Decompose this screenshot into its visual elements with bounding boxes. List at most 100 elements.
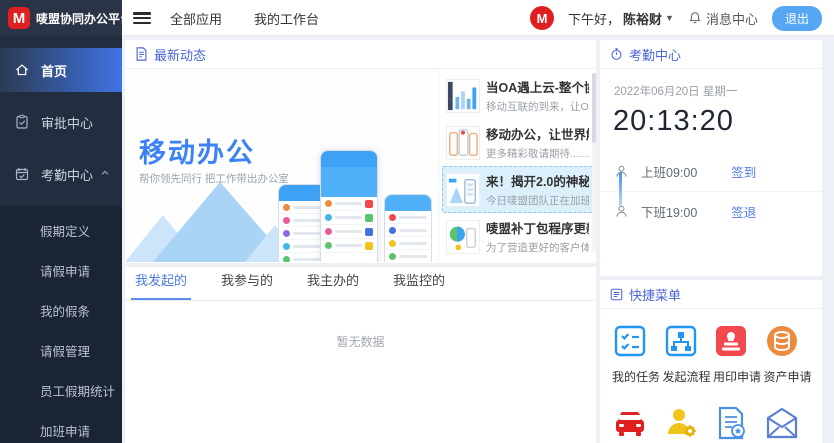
tab-initiated[interactable]: 我发起的 (131, 262, 191, 300)
sidebar-subitem-my-leave-notes[interactable]: 我的假条 (0, 292, 122, 332)
news-list-scrollbar[interactable] (592, 73, 596, 253)
attendance-calendar-icon (14, 166, 30, 182)
quick-item-car-request[interactable]: 用车申请 (612, 405, 663, 443)
news-subtitle: 移动互联的到来，让OA与云 (486, 99, 589, 114)
news-item-highlighted[interactable]: 来！揭开2.0的神秘面纱- 今日唛盟团队正在加班加点， (442, 166, 593, 213)
sidebar-subitem-leave-management[interactable]: 请假管理 (0, 332, 122, 372)
tab-monitored[interactable]: 我监控的 (389, 262, 449, 300)
check-in-row: 上班09:00 签到 (600, 152, 822, 191)
task-list-icon (612, 323, 648, 359)
tasks-tabs: 我发起的 我参与的 我主办的 我监控的 (125, 267, 596, 301)
nav-all-apps[interactable]: 全部应用 (170, 9, 222, 28)
news-title: 当OA遇上云-整个协同OA (486, 77, 589, 96)
latest-news-panel: 最新动态 移动办公 帮你领先同行 把工作带出办公室 (125, 40, 596, 263)
sidebar-subitem-leave-request[interactable]: 请假申请 (0, 252, 122, 292)
menu-grid-icon (610, 288, 623, 301)
user-name: 陈裕财 (623, 9, 662, 28)
news-thumbnail (446, 79, 480, 113)
attendance-clock: 20:13:20 (613, 105, 822, 138)
sidebar-item-home[interactable]: 首页 (0, 48, 122, 92)
mail-icon (764, 405, 800, 441)
app-title: 唛盟协同办公平台 (36, 10, 132, 27)
news-panel-header: 最新动态 (125, 40, 596, 69)
flow-chart-icon (663, 323, 699, 359)
attendance-submenu: 假期定义 请假申请 我的假条 请假管理 员工假期统计 加班申请 加班管理 (0, 206, 122, 443)
check-out-row: 下班19:00 签退 (600, 191, 822, 231)
sidebar-item-label: 审批中心 (41, 113, 93, 132)
phones-illustration (262, 112, 432, 262)
sidebar-subitem-holiday-definition[interactable]: 假期定义 (0, 212, 122, 252)
sidebar-subitem-overtime-request[interactable]: 加班申请 (0, 412, 122, 443)
asset-database-icon (764, 323, 800, 359)
phone-right (384, 194, 432, 262)
news-thumbnail (446, 173, 480, 207)
approval-clipboard-icon (14, 114, 30, 130)
check-in-link[interactable]: 签到 (731, 162, 756, 181)
news-panel-title: 最新动态 (154, 45, 206, 64)
quick-item-label: 发起流程 (663, 368, 711, 385)
logout-button[interactable]: 退出 (772, 6, 822, 31)
news-body: 移动办公 帮你领先同行 把工作带出办公室 (125, 69, 596, 262)
app-logo: M (8, 7, 30, 29)
quick-menu-grid: 我的任务 发起流程 用印申请 资产申请 用车申请 会议申请 (600, 309, 822, 443)
news-thumbnail (446, 126, 480, 160)
quick-item-new-mail[interactable]: 新建邮件 (764, 405, 815, 443)
sidebar-item-attendance-center[interactable]: 考勤中心 (0, 152, 122, 196)
attendance-date: 2022年06月20日 星期一 (614, 83, 822, 99)
attendance-panel: 考勤中心 2022年06月20日 星期一 20:13:20 上班09:00 签到… (600, 40, 822, 276)
attendance-panel-header: 考勤中心 (600, 40, 822, 69)
news-subtitle: 更多精彩敬请期待........ (486, 146, 589, 161)
user-avatar[interactable]: M (530, 6, 554, 30)
tab-participated[interactable]: 我参与的 (217, 262, 277, 300)
stamp-icon (713, 323, 749, 359)
document-icon (135, 47, 148, 61)
check-out-link[interactable]: 签退 (731, 202, 756, 221)
chevron-up-icon (100, 168, 110, 178)
quick-menu-header: 快捷菜单 (600, 280, 822, 309)
quick-item-label: 用印申请 (713, 368, 761, 385)
sidebar-subitem-employee-holiday-stats[interactable]: 员工假期统计 (0, 372, 122, 412)
news-subtitle: 今日唛盟团队正在加班加点， (486, 193, 589, 208)
check-out-label: 下班19:00 (641, 202, 697, 221)
message-center-label: 消息中心 (706, 9, 758, 28)
caret-down-icon: ▼ (665, 13, 674, 23)
quick-menu-title: 快捷菜单 (629, 285, 681, 304)
news-subtitle: 为了营造更好的客户体验，唛 (486, 240, 589, 255)
news-title: 来！揭开2.0的神秘面纱- (486, 171, 589, 190)
nav-my-workbench[interactable]: 我的工作台 (254, 9, 319, 28)
quick-item-start-flow[interactable]: 发起流程 (663, 323, 714, 385)
contract-icon (713, 405, 749, 441)
user-greeting[interactable]: 下午好，陈裕财 ▼ (568, 9, 674, 28)
mobile-office-banner[interactable]: 移动办公 帮你领先同行 把工作带出办公室 (125, 69, 438, 262)
quick-item-seal-request[interactable]: 用印申请 (713, 323, 764, 385)
attendance-panel-title: 考勤中心 (629, 45, 681, 64)
news-thumbnail (446, 220, 480, 254)
greeting-text: 下午好， (568, 9, 620, 28)
banner-headline: 移动办公 (139, 131, 255, 170)
tab-hosted[interactable]: 我主办的 (303, 262, 363, 300)
bell-icon (688, 11, 702, 25)
quick-item-meeting-request[interactable]: 会议申请 (663, 405, 714, 443)
tasks-panel: 我发起的 我参与的 我主办的 我监控的 暂无数据 (125, 267, 596, 443)
stopwatch-icon (610, 47, 623, 61)
attendance-timeline-connector (619, 172, 622, 206)
check-in-label: 上班09:00 (641, 162, 697, 181)
quick-item-new-contract[interactable]: 新建合同 (713, 405, 764, 443)
empty-state-text: 暂无数据 (125, 333, 596, 350)
quick-item-my-tasks[interactable]: 我的任务 (612, 323, 663, 385)
car-icon (612, 405, 648, 441)
sidebar-item-approval-center[interactable]: 审批中心 (0, 100, 122, 144)
sidebar-nav: 首页 审批中心 考勤中心 假期定义 请假申请 我的假条 请假管理 员工假期统计 … (0, 36, 122, 443)
person-icon (614, 204, 629, 219)
top-header: M 唛盟协同办公平台 全部应用 我的工作台 M 下午好，陈裕财 ▼ 消息中心 退… (0, 0, 834, 36)
news-item[interactable]: 唛盟补丁包程序更新 为了营造更好的客户体验，唛 (442, 213, 593, 260)
news-item[interactable]: 当OA遇上云-整个协同OA 移动互联的到来，让OA与云 (442, 72, 593, 119)
quick-menu-panel: 快捷菜单 我的任务 发起流程 用印申请 资产申请 用车申请 (600, 280, 822, 443)
hamburger-menu-icon[interactable] (132, 8, 152, 28)
news-item[interactable]: 移动办公，让世界触手可 更多精彩敬请期待........ (442, 119, 593, 166)
message-center[interactable]: 消息中心 (688, 9, 758, 28)
phone-left (278, 184, 326, 262)
main-content: 最新动态 移动办公 帮你领先同行 把工作带出办公室 (122, 36, 834, 443)
quick-item-asset-request[interactable]: 资产申请 (764, 323, 815, 385)
sidebar-item-label: 首页 (41, 61, 67, 80)
